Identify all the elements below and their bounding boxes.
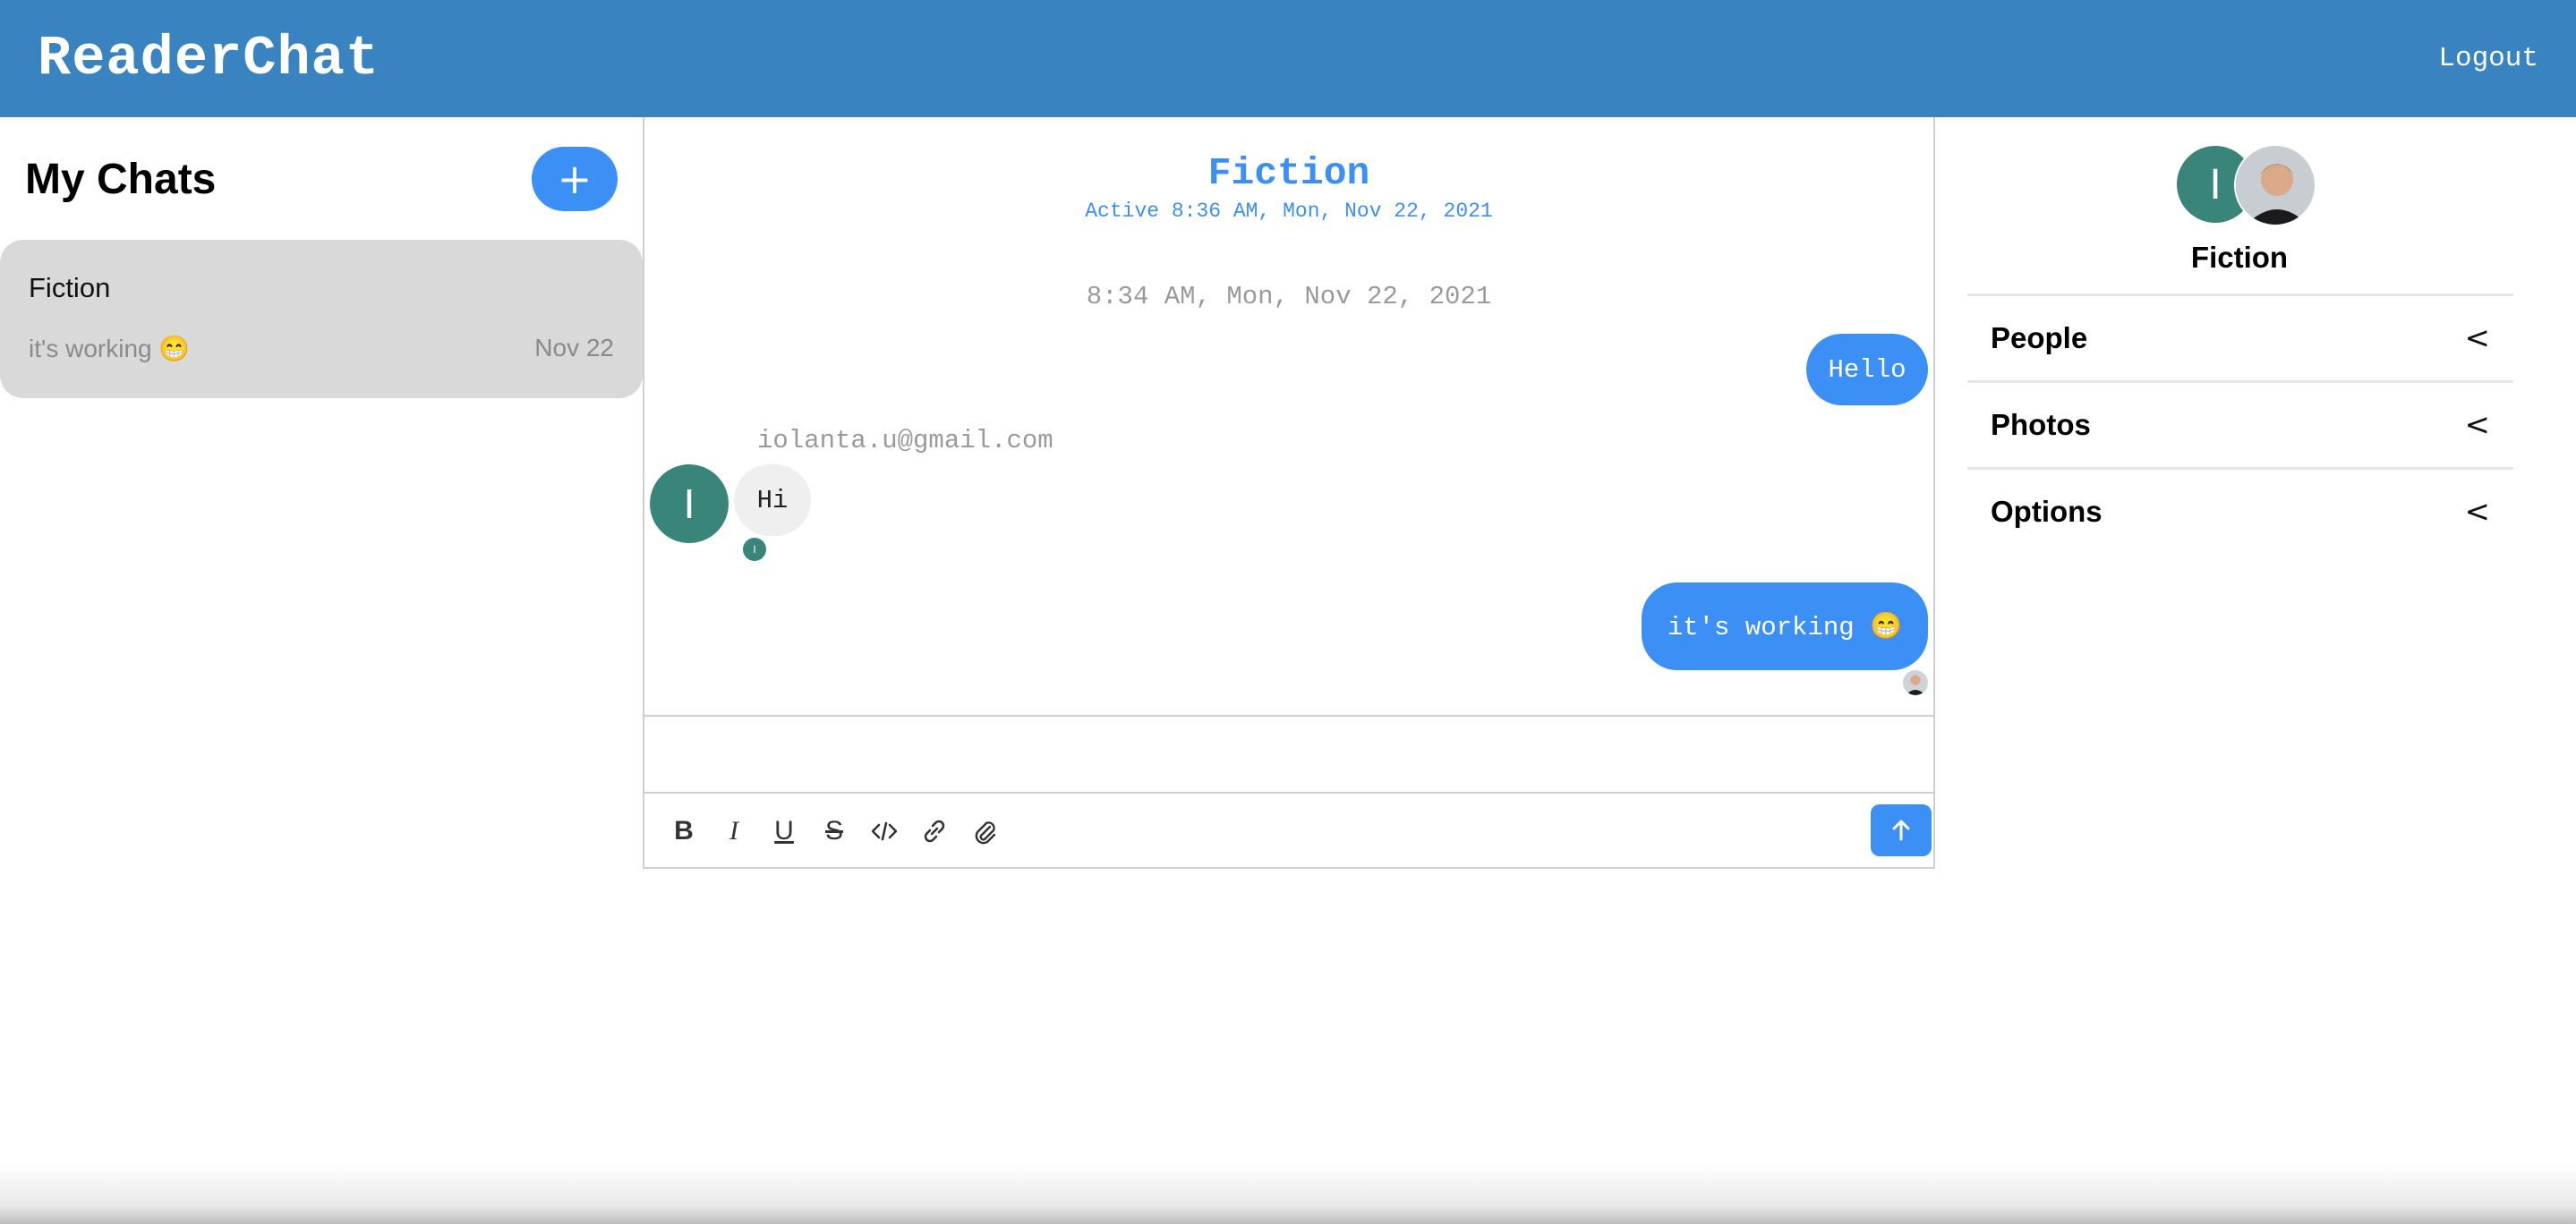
- chat-preview: it's working 😁: [29, 335, 191, 362]
- italic-icon[interactable]: I: [714, 812, 754, 851]
- window-bottom-shadow: [0, 1163, 2576, 1224]
- strikethrough-icon[interactable]: S: [815, 812, 854, 851]
- message-bubble-incoming: Hi: [734, 464, 811, 536]
- message-sender: iolanta.u@gmail.com: [757, 426, 1053, 455]
- chat-feed-panel: Fiction Active 8:36 AM, Mon, Nov 22, 202…: [643, 117, 1935, 869]
- chat-details-panel: I Fiction People < Photos < Options <: [1935, 117, 2576, 1224]
- section-label: Options: [1991, 495, 2103, 528]
- photos-section[interactable]: Photos <: [1967, 380, 2513, 467]
- read-receipt-avatar: I: [743, 538, 766, 561]
- chat-date: Nov 22: [534, 334, 614, 361]
- chevron-left-icon: <: [2464, 407, 2491, 443]
- message-bubble-outgoing: it's working 😁: [1642, 582, 1928, 670]
- attach-icon[interactable]: [965, 812, 1004, 851]
- chat-name: Fiction: [29, 272, 111, 303]
- bold-icon[interactable]: B: [664, 812, 704, 851]
- avatar-photo: [2234, 144, 2316, 226]
- chat-list-panel: My Chats + Fiction it's working 😁 Nov 22: [0, 117, 643, 1224]
- section-label: People: [1991, 321, 2088, 354]
- app-title: ReaderChat: [38, 27, 380, 90]
- avatar: I: [650, 464, 729, 543]
- link-icon[interactable]: [915, 812, 954, 851]
- logout-button[interactable]: Logout: [2438, 43, 2538, 74]
- read-receipt-avatar-photo: [1903, 670, 1928, 695]
- chat-list-title: My Chats: [25, 155, 217, 203]
- chat-active-status: Active 8:36 AM, Mon, Nov 22, 2021: [1085, 200, 1493, 223]
- arrow-up-icon: [1892, 820, 1910, 841]
- chat-list-header: My Chats +: [25, 146, 618, 212]
- section-label: Photos: [1991, 408, 2091, 441]
- app-header: ReaderChat Logout: [0, 0, 2576, 117]
- chevron-left-icon: <: [2464, 320, 2491, 356]
- code-icon[interactable]: [865, 812, 904, 851]
- details-title: Fiction: [2190, 241, 2289, 274]
- options-section[interactable]: Options <: [1967, 467, 2513, 554]
- chat-list-item[interactable]: Fiction it's working 😁 Nov 22: [0, 240, 643, 398]
- chevron-left-icon: <: [2464, 494, 2491, 530]
- new-chat-button[interactable]: +: [532, 147, 618, 211]
- composer-toolbar: B I U S: [644, 794, 1933, 869]
- underline-icon[interactable]: U: [764, 812, 804, 851]
- send-button[interactable]: [1871, 804, 1932, 856]
- message-date-separator: 8:34 AM, Mon, Nov 22, 2021: [1086, 282, 1492, 311]
- message-input[interactable]: [644, 715, 1933, 794]
- people-section[interactable]: People <: [1967, 293, 2513, 380]
- message-bubble-outgoing: Hello: [1806, 334, 1928, 405]
- chat-title: Fiction: [1207, 151, 1370, 195]
